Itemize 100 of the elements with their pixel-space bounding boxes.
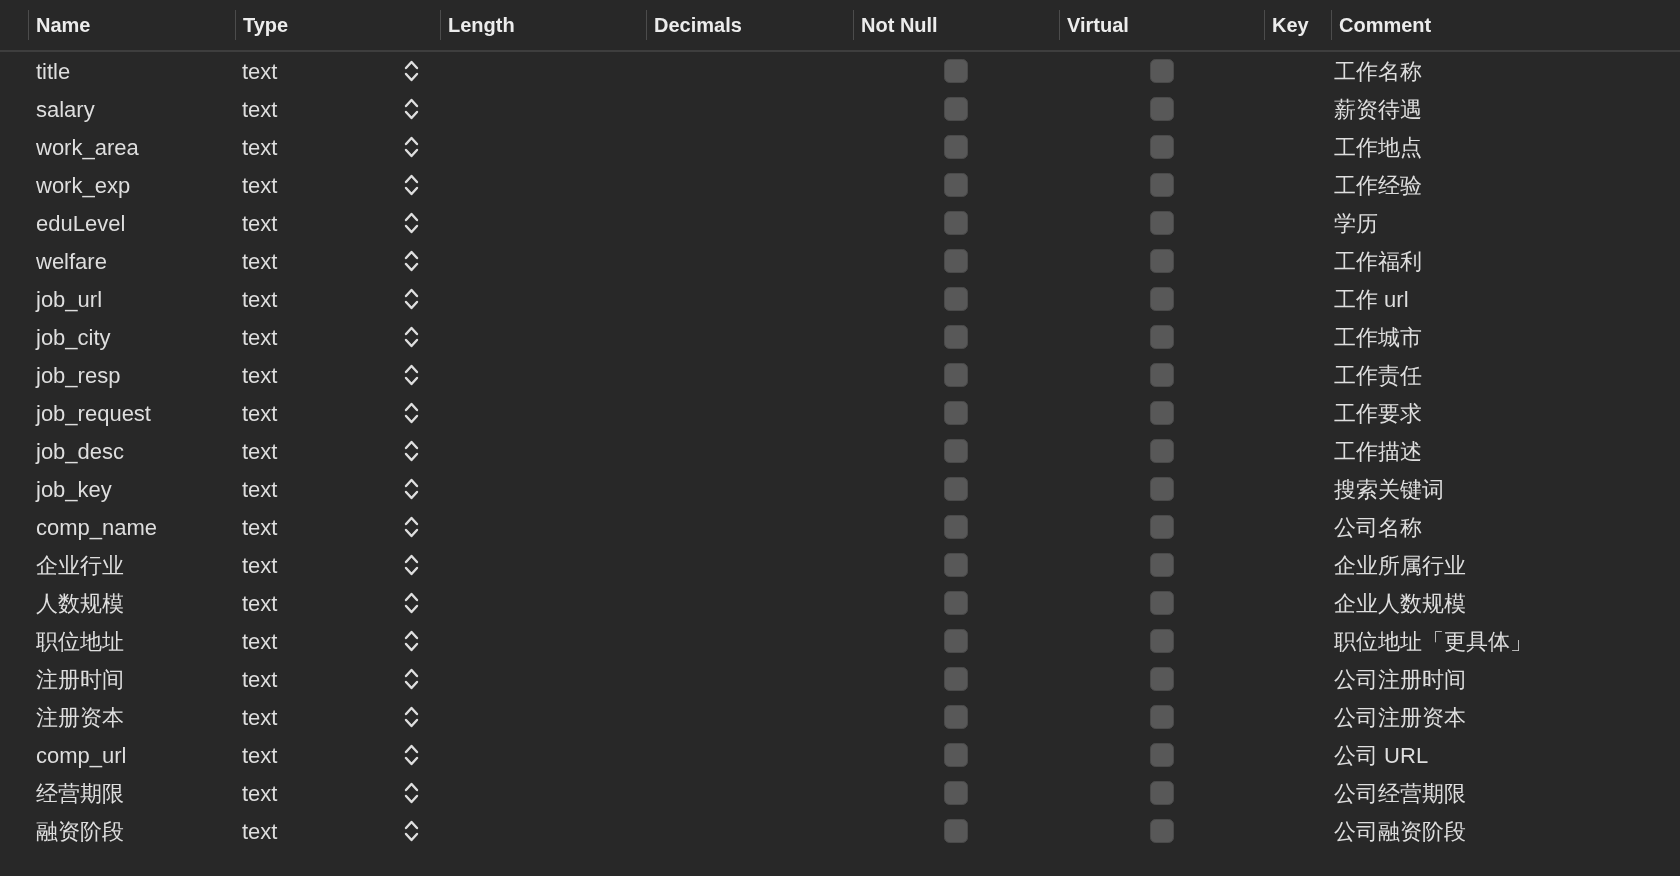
type-select[interactable]: text	[242, 168, 419, 202]
type-select[interactable]: text	[242, 738, 419, 772]
comment-text: 职位地址「更具体」	[1334, 628, 1532, 654]
checkbox[interactable]	[1149, 401, 1174, 425]
up-down-chevron-icon	[404, 287, 419, 311]
comment-text: 工作 url	[1334, 286, 1409, 312]
checkbox[interactable]	[944, 515, 968, 539]
comment-text: 工作名称	[1334, 58, 1422, 84]
column-header[interactable]: Length	[440, 10, 646, 40]
type-select[interactable]: text	[242, 814, 419, 848]
comment-text: 工作描述	[1334, 438, 1422, 464]
type-select[interactable]: text	[242, 776, 419, 810]
column-header[interactable]: Virtual	[1059, 10, 1264, 40]
type-select[interactable]: text	[242, 624, 419, 658]
type-select[interactable]: text	[242, 396, 419, 430]
checkbox[interactable]	[944, 211, 968, 235]
up-down-chevron-icon	[404, 363, 419, 387]
type-select[interactable]: text	[242, 586, 419, 620]
type-select[interactable]: text	[242, 662, 419, 696]
checkbox[interactable]	[1149, 287, 1174, 311]
up-down-chevron-icon	[404, 591, 419, 615]
checkbox[interactable]	[1149, 553, 1174, 577]
checkbox[interactable]	[944, 591, 968, 615]
checkbox[interactable]	[944, 325, 968, 349]
type-select[interactable]: text	[242, 244, 419, 278]
checkbox[interactable]	[944, 97, 968, 121]
comment-text: 工作福利	[1334, 248, 1422, 274]
field-name: job_desc	[36, 438, 125, 464]
field-name: job_url	[36, 286, 103, 312]
checkbox[interactable]	[944, 477, 968, 501]
up-down-chevron-icon	[404, 401, 419, 425]
type-select[interactable]: text	[242, 472, 419, 506]
column-header[interactable]: Key	[1264, 10, 1331, 40]
field-name: 注册时间	[36, 666, 124, 692]
checkbox[interactable]	[944, 667, 968, 691]
checkbox[interactable]	[1149, 705, 1174, 729]
checkbox[interactable]	[944, 135, 968, 159]
checkbox[interactable]	[1149, 515, 1174, 539]
checkbox[interactable]	[944, 819, 968, 843]
column-header[interactable]: Comment	[1331, 10, 1631, 40]
field-name: job_key	[36, 476, 112, 502]
checkbox[interactable]	[1149, 781, 1174, 805]
checkbox[interactable]	[1149, 743, 1174, 767]
field-name: job_resp	[36, 362, 121, 388]
checkbox[interactable]	[944, 705, 968, 729]
checkbox[interactable]	[1149, 477, 1174, 501]
checkbox[interactable]	[1149, 629, 1174, 653]
field-name: 注册资本	[36, 704, 124, 730]
column-header[interactable]: Not Null	[853, 10, 1059, 40]
column-header[interactable]: Name	[28, 10, 235, 40]
comment-text: 薪资待遇	[1334, 96, 1422, 122]
checkbox[interactable]	[944, 629, 968, 653]
type-select[interactable]: text	[242, 358, 419, 392]
up-down-chevron-icon	[404, 439, 419, 463]
checkbox[interactable]	[1149, 439, 1174, 463]
checkbox[interactable]	[1149, 173, 1174, 197]
comment-text: 工作要求	[1334, 400, 1422, 426]
checkbox[interactable]	[944, 173, 968, 197]
comment-text: 工作地点	[1334, 134, 1422, 160]
checkbox[interactable]	[1149, 211, 1174, 235]
type-select[interactable]: text	[242, 130, 419, 164]
checkbox[interactable]	[944, 401, 968, 425]
type-select[interactable]: text	[242, 92, 419, 126]
type-select[interactable]: text	[242, 510, 419, 544]
type-select[interactable]: text	[242, 548, 419, 582]
up-down-chevron-icon	[404, 249, 419, 273]
checkbox[interactable]	[1149, 59, 1174, 83]
checkbox[interactable]	[944, 781, 968, 805]
checkbox[interactable]	[1149, 97, 1174, 121]
comment-text: 公司融资阶段	[1334, 818, 1466, 844]
column-header[interactable]: Type	[235, 10, 440, 40]
checkbox[interactable]	[1149, 249, 1174, 273]
type-select[interactable]: text	[242, 320, 419, 354]
checkbox[interactable]	[944, 59, 968, 83]
checkbox[interactable]	[1149, 135, 1174, 159]
up-down-chevron-icon	[404, 97, 419, 121]
checkbox[interactable]	[1149, 591, 1174, 615]
field-name: 职位地址	[36, 628, 124, 654]
checkbox[interactable]	[944, 743, 968, 767]
checkbox[interactable]	[1149, 363, 1174, 387]
comment-text: 企业人数规模	[1334, 590, 1466, 616]
checkbox[interactable]	[944, 249, 968, 273]
checkbox[interactable]	[944, 363, 968, 387]
checkbox[interactable]	[1149, 819, 1174, 843]
field-name: salary	[36, 96, 95, 122]
checkbox[interactable]	[944, 287, 968, 311]
type-select[interactable]: text	[242, 700, 419, 734]
column-header[interactable]: Decimals	[646, 10, 853, 40]
type-select[interactable]: text	[242, 206, 419, 240]
type-select[interactable]: text	[242, 282, 419, 316]
checkbox[interactable]	[1149, 325, 1174, 349]
type-select[interactable]: text	[242, 54, 419, 88]
checkbox[interactable]	[944, 439, 968, 463]
checkbox[interactable]	[1149, 667, 1174, 691]
checkbox[interactable]	[944, 553, 968, 577]
type-select[interactable]: text	[242, 434, 419, 468]
up-down-chevron-icon	[404, 325, 419, 349]
comment-text: 工作城市	[1334, 324, 1422, 350]
field-name: eduLevel	[36, 210, 126, 236]
up-down-chevron-icon	[404, 173, 419, 197]
